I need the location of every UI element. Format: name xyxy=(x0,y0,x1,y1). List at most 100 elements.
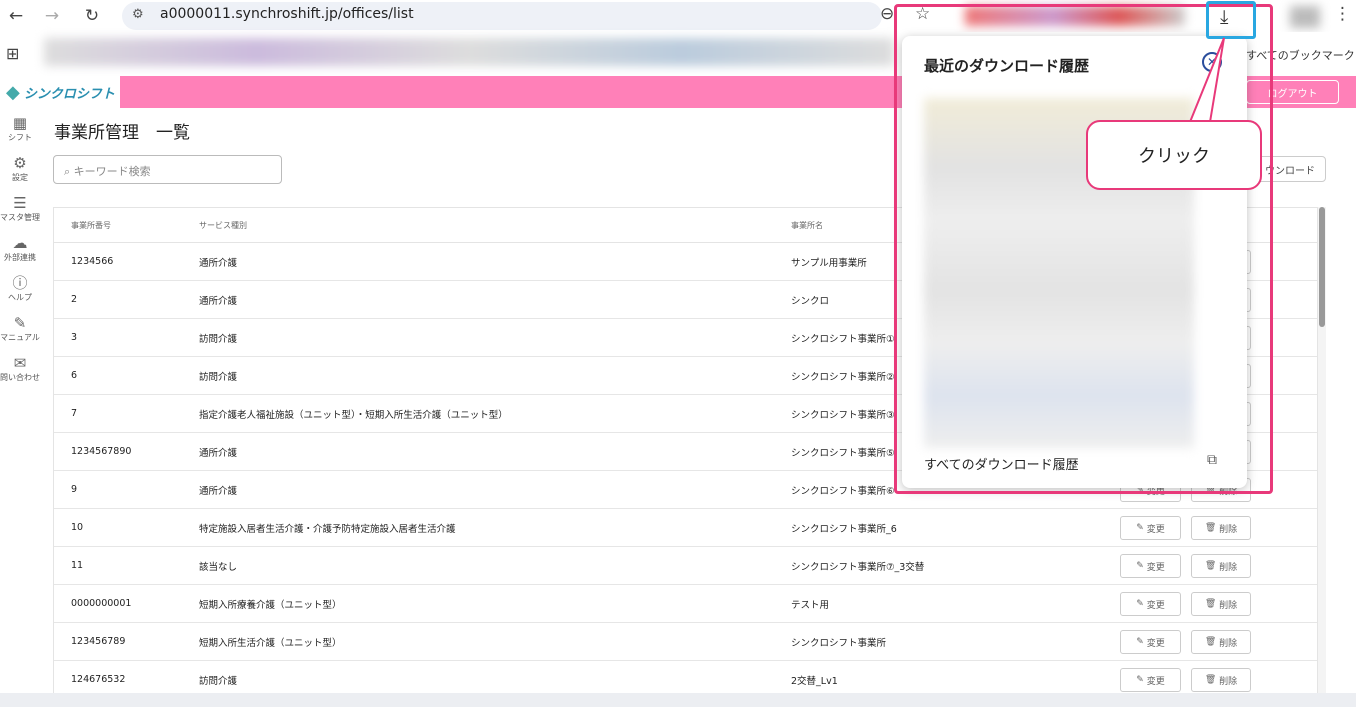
click-callout: クリック xyxy=(1086,120,1262,190)
delete-button[interactable]: 🗑 削除 xyxy=(1191,668,1251,692)
trash-icon: 🗑 xyxy=(1204,637,1220,647)
callout-pointer xyxy=(1188,37,1225,123)
office-name-cell: シンクロシフト事業所 xyxy=(791,637,887,649)
office-no-cell: 3 xyxy=(71,332,78,343)
table-row: 124676532 訪問介護 2交替_Lv1 ✎ 変更 🗑 削除 xyxy=(54,661,1317,696)
sidebar: ▦ シフト ⚙ 設定 ☰ マスタ管理 ☁ 外部連携 ⓘ ヘルプ ✎ マニュアル ✉ 問い合わせ xyxy=(0,108,40,698)
delete-button[interactable]: 🗑 削除 xyxy=(1191,592,1251,616)
office-name-cell: シンクロシフト事業所⑤ xyxy=(791,447,895,459)
service-type-cell: 短期入所生活介護（ユニット型） xyxy=(199,637,342,649)
url-text[interactable]: a0000011.synchroshift.jp/offices/list xyxy=(160,6,414,22)
office-name-cell: シンクロ xyxy=(791,295,830,307)
highlight-frame-download-icon xyxy=(1206,1,1256,39)
office-no-cell: 11 xyxy=(71,560,84,571)
delete-button[interactable]: 🗑 削除 xyxy=(1191,516,1251,540)
sidebar-item-integration[interactable]: ☁ 外部連携 xyxy=(0,234,40,263)
table-row: 10 特定施設入居者生活介護・介護予防特定施設入居者生活介護 シンクロシフト事業所_… xyxy=(54,509,1317,547)
delete-button[interactable]: 🗑 削除 xyxy=(1191,554,1251,578)
zoom-icon[interactable]: ⊖ xyxy=(880,4,894,24)
logo-cube-icon: ◆ xyxy=(6,81,20,103)
table-row: 0000000001 短期入所療養介護（ユニット型） テスト用 ✎ 変更 🗑 削除 xyxy=(54,585,1317,623)
edit-button[interactable]: ✎ 変更 xyxy=(1120,516,1181,540)
blurred-bookmarks xyxy=(44,38,894,66)
pencil-icon: ✎ xyxy=(1136,523,1147,533)
header-office-name[interactable]: 事業所名 xyxy=(791,208,823,242)
service-type-cell: 通所介護 xyxy=(199,295,238,307)
office-no-cell: 6 xyxy=(71,370,78,381)
pencil-icon: ✎ xyxy=(1136,675,1147,685)
service-type-cell: 訪問介護 xyxy=(199,371,238,383)
sidebar-item-manual[interactable]: ✎ マニュアル xyxy=(0,314,40,343)
menu-icon[interactable]: ⋮ xyxy=(1334,4,1351,24)
search-placeholder: キーワード検索 xyxy=(73,165,151,178)
trash-icon: 🗑 xyxy=(1204,561,1220,571)
pencil-icon: ✎ xyxy=(1136,561,1147,571)
office-name-cell: シンクロシフト事業所_6 xyxy=(791,523,897,535)
edit-button[interactable]: ✎ 変更 xyxy=(1120,630,1181,654)
office-no-cell: 10 xyxy=(71,522,84,533)
cloud-sync-icon: ☁ xyxy=(12,234,28,252)
mail-icon: ✉ xyxy=(13,354,27,372)
sidebar-item-settings[interactable]: ⚙ 設定 xyxy=(0,154,40,183)
forward-icon[interactable]: → xyxy=(40,4,64,28)
table-row: 123456789 短期入所生活介護（ユニット型） シンクロシフト事業所 ✎ 変更 🗑 … xyxy=(54,623,1317,661)
office-name-cell: シンクロシフト事業所② xyxy=(791,371,895,383)
service-type-cell: 通所介護 xyxy=(199,257,238,269)
office-name-cell: シンクロシフト事業所① xyxy=(791,333,895,345)
database-icon: ☰ xyxy=(13,194,27,212)
pencil-icon: ✎ xyxy=(1136,637,1147,647)
sidebar-item-master[interactable]: ☰ マスタ管理 xyxy=(0,194,40,223)
logo[interactable]: ◆ シンクロシフト xyxy=(0,76,120,108)
office-no-cell: 9 xyxy=(71,484,78,495)
edit-button[interactable]: ✎ 変更 xyxy=(1120,554,1181,578)
service-type-cell: 特定施設入居者生活介護・介護予防特定施設入居者生活介護 xyxy=(199,523,456,535)
office-no-cell: 7 xyxy=(71,408,78,419)
search-icon: ⌕ xyxy=(64,165,71,178)
edit-button[interactable]: ✎ 変更 xyxy=(1120,668,1181,692)
search-input[interactable]: ⌕ キーワード検索 xyxy=(53,155,282,184)
office-name-cell: シンクロシフト事業所③ xyxy=(791,409,895,421)
office-name-cell: シンクロシフト事業所⑦_3交替 xyxy=(791,561,925,573)
office-no-cell: 123456789 xyxy=(71,636,126,647)
page-title: 事業所管理 一覧 xyxy=(54,123,190,143)
office-no-cell: 1234567890 xyxy=(71,446,132,457)
table-row: 11 該当なし シンクロシフト事業所⑦_3交替 ✎ 変更 🗑 削除 xyxy=(54,547,1317,585)
service-type-cell: 指定介護老人福祉施設（ユニット型）・短期入所生活介護（ユニット型） xyxy=(199,409,508,421)
office-no-cell: 124676532 xyxy=(71,674,126,685)
office-no-cell: 0000000001 xyxy=(71,598,132,609)
delete-button[interactable]: 🗑 削除 xyxy=(1191,630,1251,654)
edit-button[interactable]: ✎ 変更 xyxy=(1120,592,1181,616)
horizontal-scroll-area xyxy=(0,693,1356,707)
service-type-cell: 訪問介護 xyxy=(199,333,238,345)
site-info-icon[interactable]: ⚙ xyxy=(132,7,144,22)
trash-icon: 🗑 xyxy=(1204,523,1220,533)
pencil-icon: ✎ xyxy=(1136,599,1147,609)
office-name-cell: シンクロシフト事業所⑥ xyxy=(791,485,895,497)
logo-text: シンクロシフト xyxy=(23,86,115,102)
service-type-cell: 訪問介護 xyxy=(199,675,238,687)
help-icon: ⓘ xyxy=(12,274,28,292)
apps-grid-icon[interactable]: ⊞ xyxy=(6,44,19,63)
trash-icon: 🗑 xyxy=(1204,675,1220,685)
service-type-cell: 通所介護 xyxy=(199,485,238,497)
trash-icon: 🗑 xyxy=(1204,599,1220,609)
header-office-no[interactable]: 事業所番号 xyxy=(71,208,111,242)
gear-icon: ⚙ xyxy=(13,154,27,172)
office-name-cell: テスト用 xyxy=(791,599,830,611)
edit-icon: ✎ xyxy=(13,314,27,332)
service-type-cell: 該当なし xyxy=(199,561,238,573)
profile-avatar[interactable] xyxy=(1290,6,1320,28)
office-name-cell: サンプル用事業所 xyxy=(791,257,867,269)
service-type-cell: 短期入所療養介護（ユニット型） xyxy=(199,599,342,611)
scrollbar-thumb[interactable] xyxy=(1319,207,1325,327)
header-service-type[interactable]: サービス種別 xyxy=(199,208,247,242)
back-icon[interactable]: ← xyxy=(4,4,28,28)
office-no-cell: 2 xyxy=(71,294,78,305)
service-type-cell: 通所介護 xyxy=(199,447,238,459)
sidebar-item-help[interactable]: ⓘ ヘルプ xyxy=(0,274,40,303)
sidebar-item-shift[interactable]: ▦ シフト xyxy=(0,114,40,143)
office-no-cell: 1234566 xyxy=(71,256,114,267)
office-name-cell: 2交替_Lv1 xyxy=(791,675,838,687)
reload-icon[interactable]: ↻ xyxy=(80,4,104,28)
sidebar-item-contact[interactable]: ✉ 問い合わせ xyxy=(0,354,40,383)
